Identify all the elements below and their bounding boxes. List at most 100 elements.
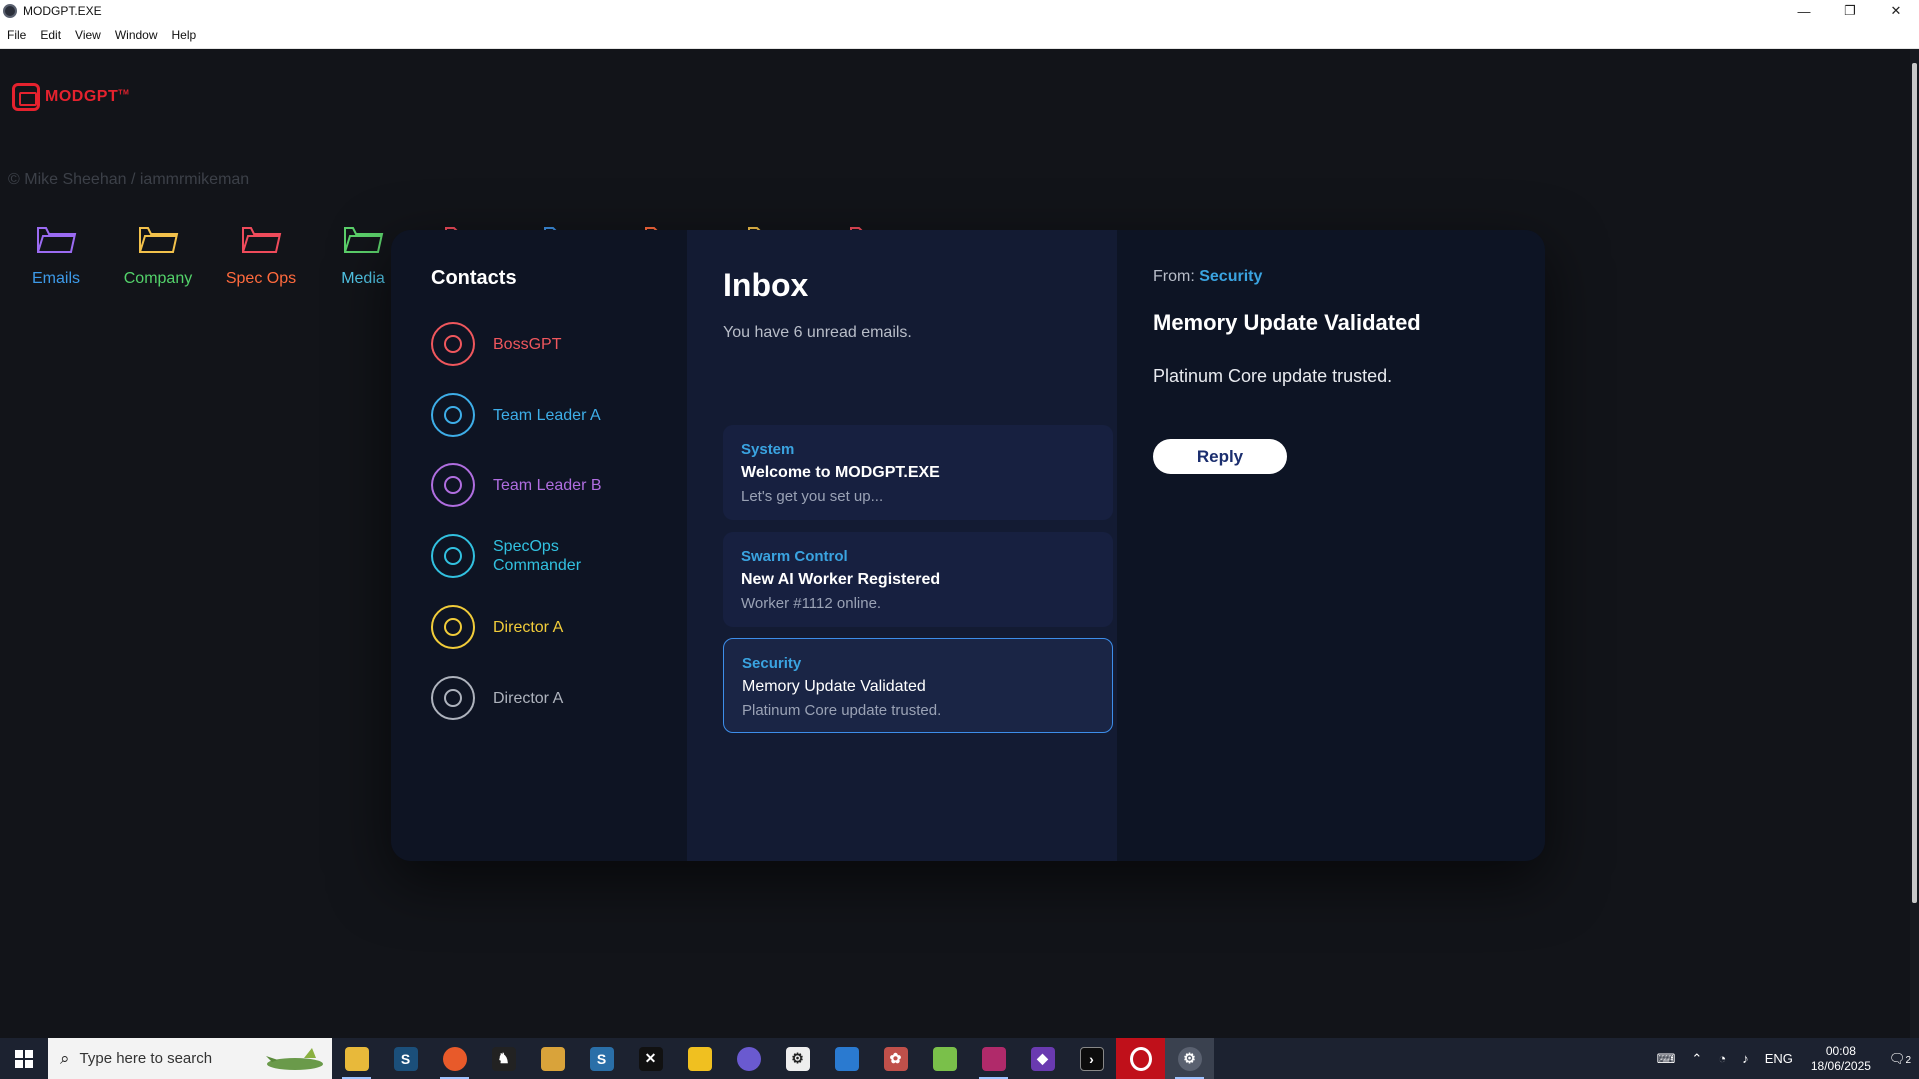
app-icon[interactable]: ♞ <box>479 1038 528 1079</box>
clock[interactable]: 00:08 18/06/2025 <box>1801 1044 1881 1074</box>
folder-icon <box>240 222 282 256</box>
email-detail-panel: From: Security Memory Update Validated P… <box>1117 230 1545 861</box>
contact-team-leader-b[interactable]: Team Leader B <box>431 462 671 508</box>
taskbar-search[interactable]: ⌕ Type here to search <box>48 1038 332 1079</box>
email-subject: Memory Update Validated <box>742 678 926 695</box>
folder-icon <box>342 222 384 256</box>
network-icon[interactable]: ◔ <box>1710 1051 1734 1066</box>
contact-director-a[interactable]: Director A <box>431 604 671 650</box>
robot-logo-icon <box>12 83 40 111</box>
folder-spec-ops[interactable]: Spec Ops <box>221 222 301 288</box>
email-item[interactable]: Swarm Control New AI Worker Registered W… <box>723 532 1113 627</box>
contact-avatar-icon <box>431 605 475 649</box>
settings-icon[interactable]: ⚙ <box>773 1038 822 1079</box>
taskbar: ⌕ Type here to search S ♞ S ✕ ⚙ ✿ ◆ › ⚙ … <box>0 1038 1919 1079</box>
reply-button[interactable]: Reply <box>1153 439 1287 474</box>
detail-from-label: From: <box>1153 268 1195 285</box>
contact-name: BossGPT <box>493 335 562 353</box>
inbox-panel: Inbox You have 6 unread emails. System W… <box>687 230 1117 861</box>
volume-icon[interactable]: ♪ <box>1734 1051 1757 1066</box>
steam-icon[interactable]: S <box>577 1038 626 1079</box>
menu-help[interactable]: Help <box>165 28 204 42</box>
browser-icon[interactable] <box>724 1038 773 1079</box>
contact-director-a-2[interactable]: Director A <box>431 675 671 721</box>
detail-from-line: From: Security <box>1153 268 1262 286</box>
menu-bar: File Edit View Window Help <box>0 22 1919 49</box>
email-item-selected[interactable]: Security Memory Update Validated Platinu… <box>723 638 1113 733</box>
contact-avatar-icon <box>431 534 475 578</box>
email-subject: New AI Worker Registered <box>741 571 941 588</box>
file-explorer-icon[interactable] <box>332 1038 381 1079</box>
contact-team-leader-a[interactable]: Team Leader A <box>431 392 671 438</box>
window-titlebar: MODGPT.EXE — ❐ ✕ <box>0 0 1919 22</box>
folder-label: Emails <box>31 270 80 287</box>
email-preview: Worker #1112 online. <box>741 595 882 612</box>
folder-icon <box>137 222 179 256</box>
email-preview: Let's get you set up... <box>741 488 884 505</box>
language-indicator[interactable]: ENG <box>1757 1051 1801 1066</box>
app-icon[interactable] <box>528 1038 577 1079</box>
restore-button[interactable]: ❐ <box>1827 0 1873 22</box>
scrollbar-thumb[interactable] <box>1912 63 1917 903</box>
steam-icon[interactable]: S <box>381 1038 430 1079</box>
email-item[interactable]: System Welcome to MODGPT.EXE Let's get y… <box>723 425 1113 520</box>
window-title: MODGPT.EXE <box>23 4 102 18</box>
terminal-icon[interactable]: › <box>1067 1038 1116 1079</box>
contact-name: Team Leader A <box>493 406 601 424</box>
opera-icon[interactable] <box>1116 1038 1165 1079</box>
credit-text: © Mike Sheehan / iammrmikeman <box>8 171 250 188</box>
close-button[interactable]: ✕ <box>1873 0 1919 22</box>
crocodile-search-icon <box>266 1048 323 1070</box>
contact-avatar-icon <box>431 393 475 437</box>
app-area: MODGPTTM © Mike Sheehan / iammrmikeman E… <box>0 49 1919 1038</box>
logo-text: MODGPTTM <box>45 88 130 105</box>
detail-subject: Memory Update Validated <box>1153 310 1421 335</box>
search-placeholder: Type here to search <box>79 1050 213 1067</box>
contact-specops-commander[interactable]: SpecOps Commander <box>431 533 671 579</box>
start-button[interactable] <box>0 1038 48 1079</box>
contacts-title: Contacts <box>431 267 517 289</box>
menu-view[interactable]: View <box>68 28 108 42</box>
app-icon[interactable] <box>822 1038 871 1079</box>
chevron-up-icon[interactable]: ⌃ <box>1683 1051 1710 1067</box>
app-icon[interactable]: ✿ <box>871 1038 920 1079</box>
clock-date: 18/06/2025 <box>1810 1058 1871 1073</box>
detail-body: Platinum Core update trusted. <box>1153 366 1393 386</box>
app-icon[interactable]: ✕ <box>626 1038 675 1079</box>
search-icon: ⌕ <box>60 1048 70 1068</box>
notification-count: 2 <box>1905 1054 1911 1066</box>
keyboard-icon[interactable]: ⌨ <box>1649 1051 1684 1067</box>
app-icon <box>3 4 17 18</box>
winrar-icon[interactable] <box>969 1038 1018 1079</box>
detail-from-sender: Security <box>1199 268 1263 285</box>
system-tray: ⌨ ⌃ ◔ ♪ ENG 00:08 18/06/2025 🗨2 <box>1649 1038 1919 1079</box>
contact-avatar-icon <box>431 676 475 720</box>
minimize-button[interactable]: — <box>1781 0 1827 22</box>
visual-studio-icon[interactable]: ◆ <box>1018 1038 1067 1079</box>
menu-edit[interactable]: Edit <box>33 28 68 42</box>
menu-window[interactable]: Window <box>108 28 165 42</box>
duck-icon[interactable] <box>675 1038 724 1079</box>
folder-icon <box>35 222 77 256</box>
firefox-icon[interactable] <box>430 1038 479 1079</box>
scrollbar[interactable] <box>1910 49 1919 1038</box>
contacts-panel: Contacts BossGPT Team Leader A Team Lead… <box>391 230 687 861</box>
email-from: System <box>741 441 795 458</box>
notifications-icon[interactable]: 🗨2 <box>1881 1051 1919 1067</box>
contact-name: Director A <box>493 618 564 636</box>
contact-name: Director A <box>493 689 564 707</box>
app-icon[interactable] <box>920 1038 969 1079</box>
contact-avatar-icon <box>431 322 475 366</box>
windows-icon <box>15 1049 33 1068</box>
folder-emails[interactable]: Emails <box>16 222 96 288</box>
folder-label: Spec Ops <box>225 270 297 287</box>
contact-bossgpt[interactable]: BossGPT <box>431 321 671 367</box>
contact-name: SpecOps Commander <box>493 538 582 574</box>
email-modal: Contacts BossGPT Team Leader A Team Lead… <box>391 230 1545 861</box>
contact-avatar-icon <box>431 463 475 507</box>
modgpt-taskbar-icon[interactable]: ⚙ <box>1165 1038 1214 1079</box>
contact-name: Team Leader B <box>493 476 602 494</box>
menu-file[interactable]: File <box>0 28 33 42</box>
folder-company[interactable]: Company <box>118 222 198 288</box>
modgpt-logo: MODGPTTM <box>12 83 129 111</box>
